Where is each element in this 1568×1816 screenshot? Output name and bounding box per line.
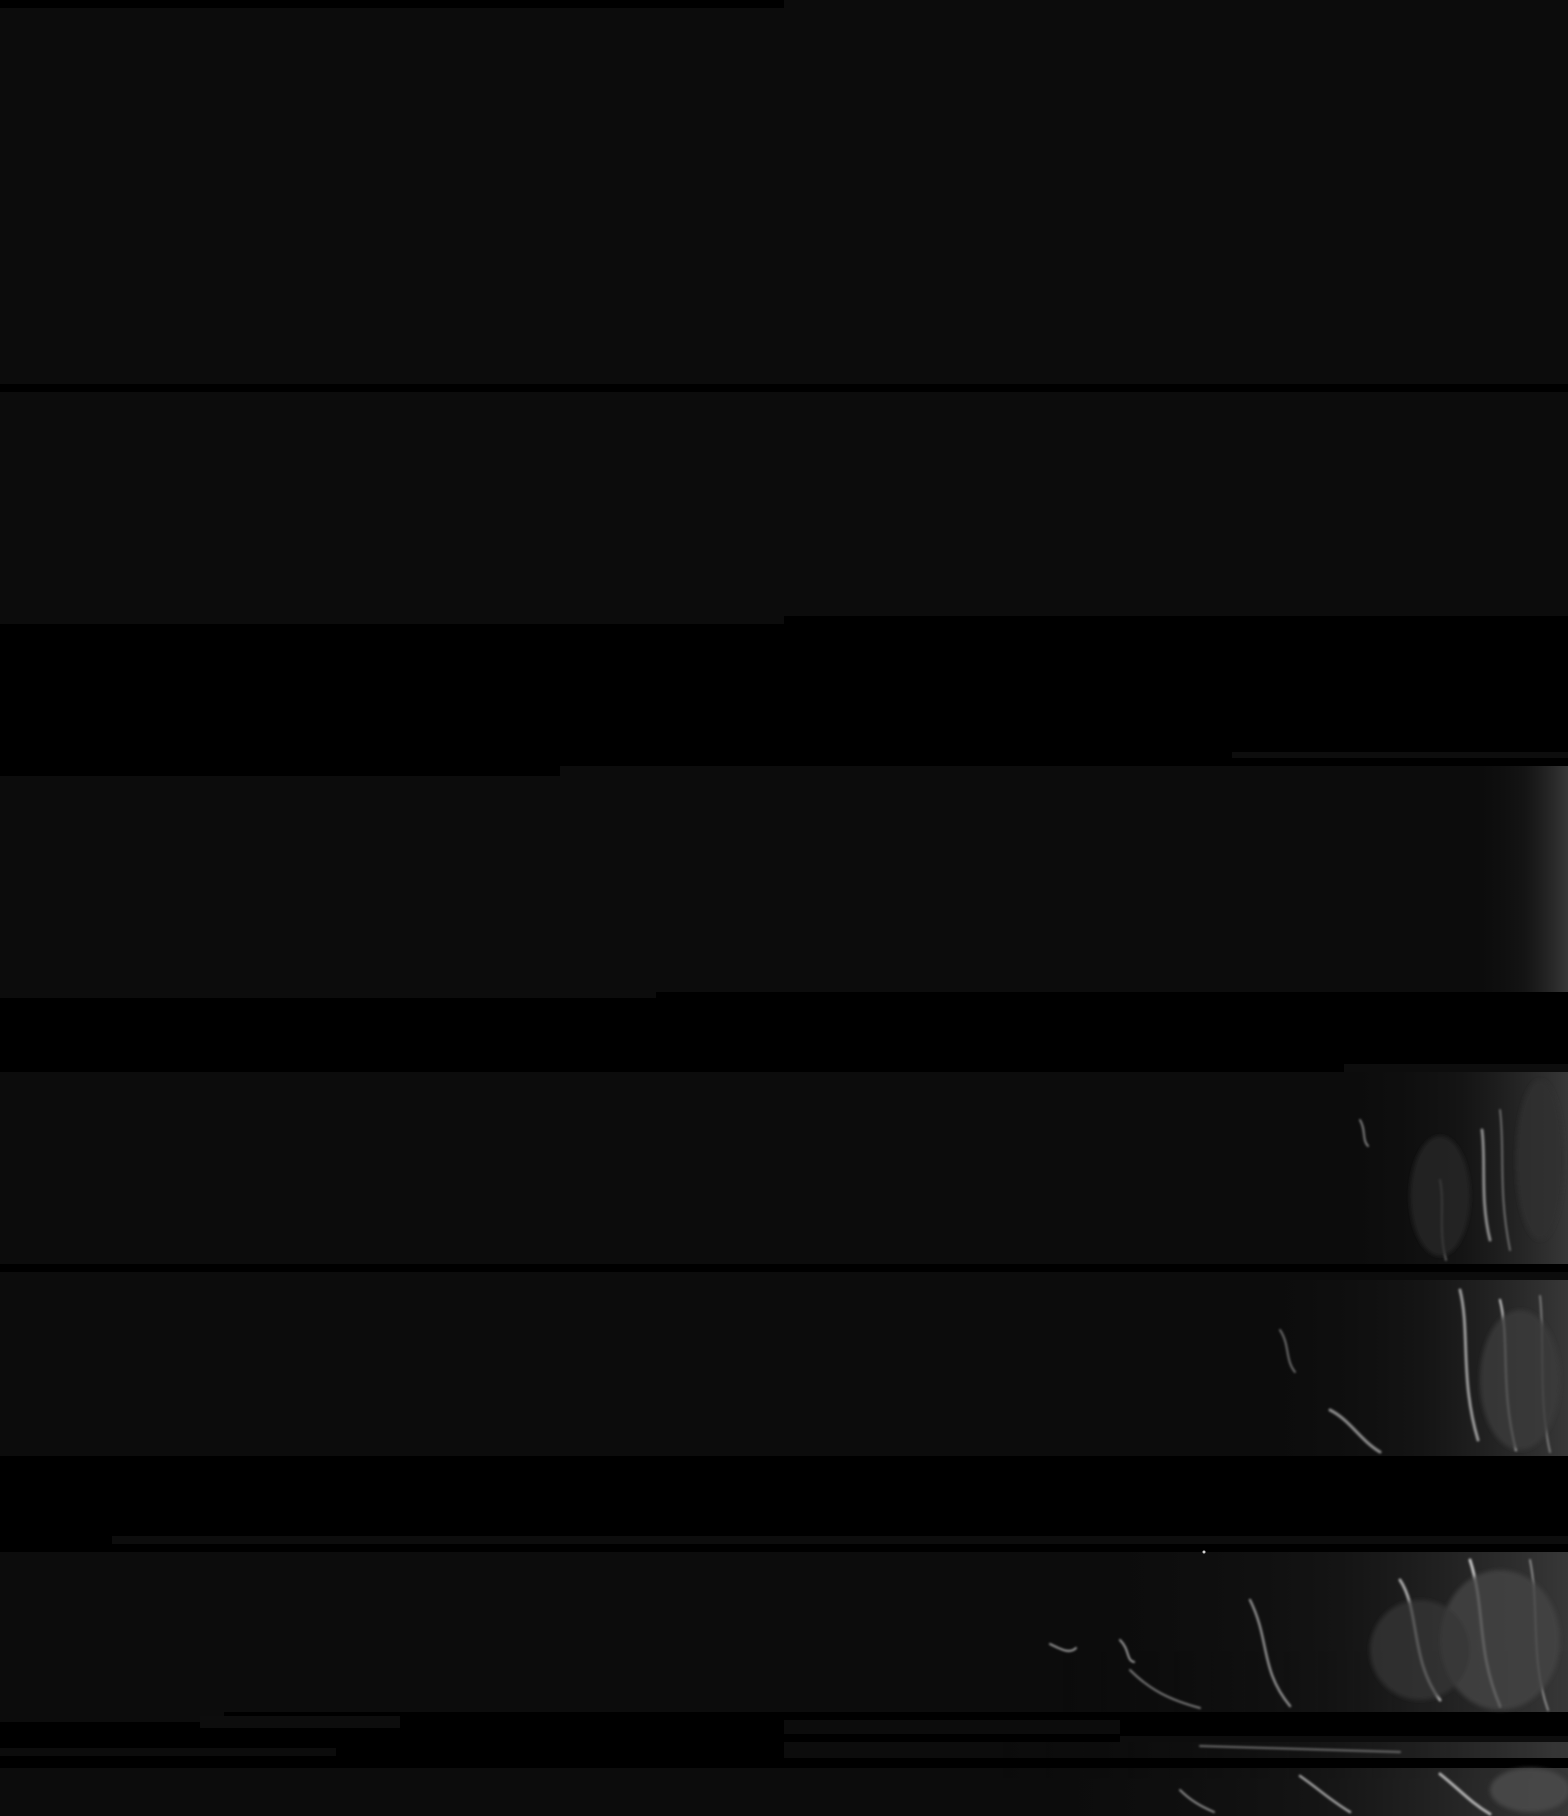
scan-band <box>1120 1736 1568 1742</box>
scan-band <box>784 0 1568 384</box>
scan-bands <box>0 0 1568 1816</box>
scan-band <box>112 1536 1568 1544</box>
scan-band <box>1344 1064 1568 1072</box>
scan-band <box>0 1286 224 1456</box>
scan-band <box>1232 752 1568 758</box>
scan-band <box>560 992 656 998</box>
scan-band <box>0 616 784 624</box>
scan-band <box>0 392 1568 616</box>
scan-band <box>0 0 784 8</box>
scan-band <box>0 776 560 998</box>
scan-band <box>0 1748 336 1756</box>
scan-band <box>200 1716 400 1728</box>
scan-band <box>560 766 1568 992</box>
satellite-scan-image <box>0 0 1568 1816</box>
scan-band <box>0 8 784 384</box>
scan-band <box>784 1720 1120 1734</box>
satellite-image-viewer <box>0 0 1568 1816</box>
bright-point <box>1202 1550 1206 1554</box>
scan-band <box>0 1712 224 1722</box>
